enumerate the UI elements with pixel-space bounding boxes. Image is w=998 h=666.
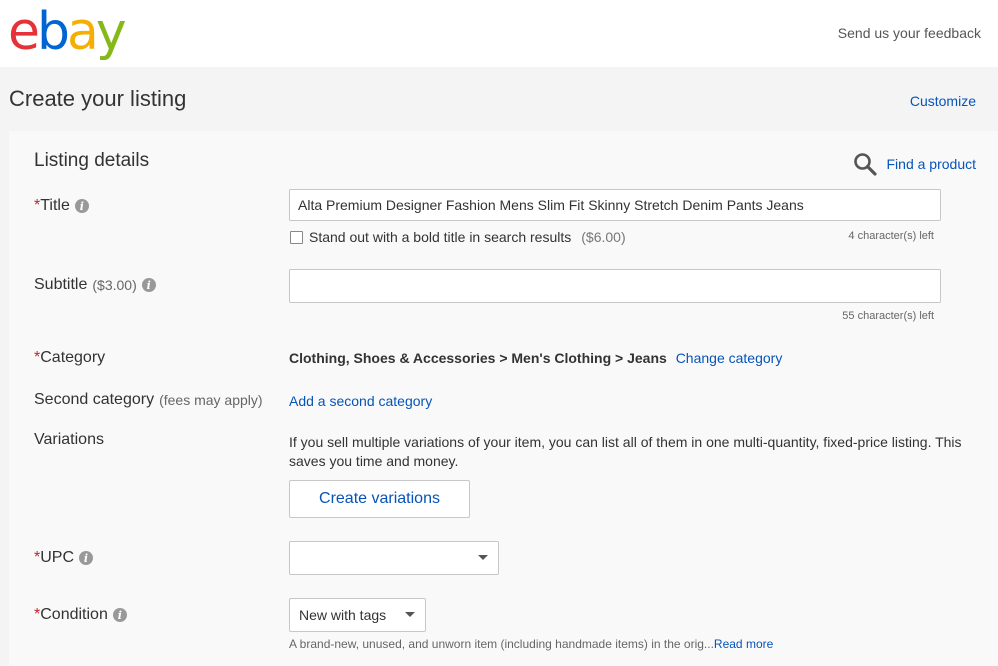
second-category-fee: (fees may apply)	[159, 392, 263, 408]
category-path-text: Clothing, Shoes & Accessories > Men's Cl…	[289, 350, 667, 366]
condition-value: New with tags	[299, 607, 387, 623]
condition-label-text: Condition	[40, 606, 108, 623]
subtitle-label: Subtitle ($3.00) i	[34, 276, 156, 294]
title-input[interactable]	[289, 189, 941, 221]
upc-select[interactable]	[289, 541, 499, 575]
variations-label: Variations	[34, 431, 104, 449]
page-title: Create your listing	[9, 86, 187, 111]
upc-label: *UPC i	[34, 549, 94, 567]
second-category-label: Second category (fees may apply)	[34, 391, 263, 409]
find-product-link[interactable]: Find a product	[853, 152, 977, 176]
condition-description: A brand-new, unused, and unworn item (in…	[289, 637, 773, 651]
variations-description: If you sell multiple variations of your …	[289, 434, 962, 469]
condition-select[interactable]: New with tags	[289, 598, 426, 632]
subtitle-label-text: Subtitle	[34, 276, 88, 293]
create-variations-button[interactable]: Create variations	[289, 480, 470, 518]
ebay-logo[interactable]: ebay	[8, 2, 127, 62]
upc-label-text: UPC	[40, 549, 75, 566]
top-bar: ebay Send us your feedback	[0, 0, 998, 67]
chevron-down-icon	[405, 612, 415, 617]
chevron-down-icon	[478, 555, 488, 560]
condition-label: *Condition i	[34, 606, 127, 624]
subtitle-chars-left: 55 character(s) left	[842, 310, 934, 322]
bold-title-price: ($6.00)	[581, 229, 626, 245]
title-label: *Title i	[34, 197, 89, 215]
variations-label-text: Variations	[34, 431, 104, 448]
add-second-category-link[interactable]: Add a second category	[289, 393, 432, 409]
category-path: Clothing, Shoes & Accessories > Men's Cl…	[289, 350, 782, 366]
info-icon[interactable]: i	[74, 199, 89, 213]
subtitle-input[interactable]	[289, 269, 941, 303]
feedback-link[interactable]: Send us your feedback	[838, 25, 981, 41]
customize-link[interactable]: Customize	[910, 93, 976, 109]
search-icon	[853, 153, 877, 176]
bold-title-checkbox[interactable]	[290, 230, 303, 244]
change-category-link[interactable]: Change category	[676, 350, 783, 366]
category-label-text: Category	[40, 349, 106, 366]
info-icon[interactable]: i	[79, 551, 94, 565]
bold-title-option: Stand out with a bold title in search re…	[290, 229, 626, 245]
info-icon[interactable]: i	[112, 608, 127, 622]
title-chars-left: 4 character(s) left	[848, 230, 934, 242]
bold-title-label: Stand out with a bold title in search re…	[309, 229, 572, 245]
second-category-label-text: Second category	[34, 391, 155, 408]
title-label-text: Title	[40, 197, 70, 214]
condition-description-text: A brand-new, unused, and unworn item (in…	[289, 637, 714, 651]
read-more-link[interactable]: Read more	[714, 637, 773, 651]
subtitle-fee: ($3.00)	[92, 277, 137, 293]
section-title: Listing details	[34, 150, 150, 171]
find-product-label: Find a product	[886, 156, 977, 172]
info-icon[interactable]: i	[141, 278, 156, 292]
category-label: *Category	[34, 349, 105, 367]
